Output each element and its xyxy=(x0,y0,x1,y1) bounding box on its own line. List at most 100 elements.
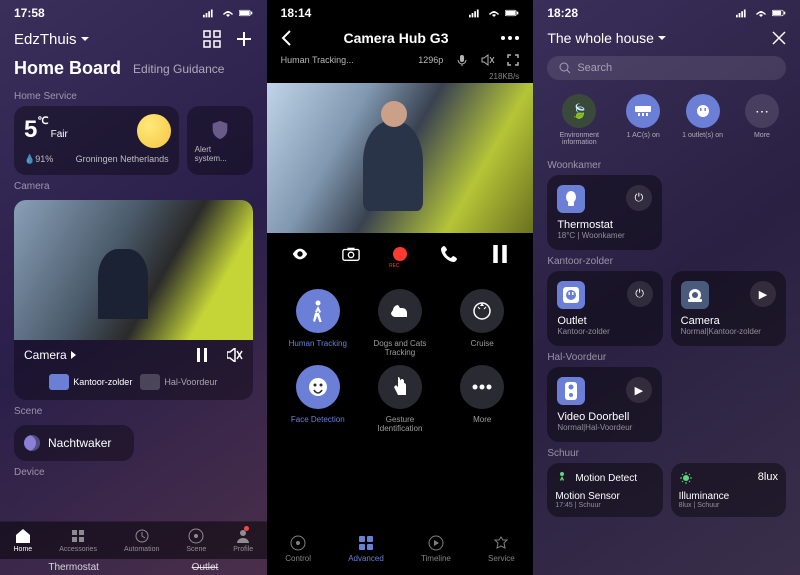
grid-icon[interactable] xyxy=(203,30,221,48)
status-bar: 18:28 xyxy=(533,0,800,26)
speaker-mute-icon[interactable] xyxy=(481,54,495,66)
weather-card[interactable]: 5℃Fair 💧91% Groningen Netherlands xyxy=(14,106,179,175)
scene-nachtwaker[interactable]: Nachtwaker xyxy=(14,425,134,461)
quick-outlet[interactable]: 1 outlet(s) on xyxy=(682,94,723,146)
status-bar: 17:58 xyxy=(0,0,267,26)
location: Groningen Netherlands xyxy=(76,154,169,165)
alert-card[interactable]: Alert system... xyxy=(187,106,253,175)
record-button[interactable] xyxy=(393,247,407,261)
tracking-status: Human Tracking... xyxy=(281,55,354,65)
sensor-motion[interactable]: Motion Detect Motion Sensor 17:45 | Schu… xyxy=(547,463,662,517)
more-icon[interactable] xyxy=(501,36,519,40)
close-icon[interactable] xyxy=(772,31,786,45)
bottom-tabs: Control Advanced Timeline Service xyxy=(267,527,534,575)
room-hal: Hal-Voordeur xyxy=(533,346,800,367)
humidity: 💧91% xyxy=(24,154,53,165)
thermostat-icon xyxy=(557,185,585,213)
light-icon xyxy=(679,471,693,485)
fullscreen-icon[interactable] xyxy=(507,54,519,66)
camera-title: Camera Hub G3 xyxy=(343,30,448,46)
live-view[interactable] xyxy=(267,83,534,233)
quick-ac[interactable]: 1 AC(s) on xyxy=(626,94,660,146)
device-thermostat[interactable]: ⏻ Thermostat 18°C | Woonkamer xyxy=(547,175,662,250)
status-time: 18:28 xyxy=(547,6,578,20)
device-camera[interactable]: ▶ Camera Normal|Kantoor-zolder xyxy=(671,271,786,346)
power-button[interactable]: ⏻ xyxy=(627,281,653,307)
feature-human-tracking[interactable]: Human Tracking xyxy=(281,289,355,357)
resolution[interactable]: 1296p xyxy=(418,55,443,65)
home-selector[interactable]: EdzThuis xyxy=(14,31,89,48)
feature-gesture[interactable]: Gesture Identification xyxy=(363,365,437,433)
tab-automation[interactable]: Automation xyxy=(124,528,159,553)
board-title[interactable]: Home Board xyxy=(14,58,121,79)
device-thermostat[interactable]: Thermostat xyxy=(48,562,99,573)
status-time: 18:14 xyxy=(281,6,312,20)
section-scene: Scene xyxy=(0,400,267,421)
status-bar: 18:14 xyxy=(267,0,534,26)
mute-icon[interactable] xyxy=(227,348,243,362)
house-overview-screen: 18:28 The whole house Search 🍃Environmen… xyxy=(533,0,800,575)
pause-icon[interactable] xyxy=(195,348,209,362)
eye-icon[interactable] xyxy=(291,245,309,263)
device-doorbell[interactable]: ▶ Video Doorbell Normal|Hal-Voordeur xyxy=(547,367,662,442)
sun-icon xyxy=(137,114,171,148)
play-button[interactable]: ▶ xyxy=(750,281,776,307)
home-screen: 17:58 EdzThuis Home Board Editing Guidan… xyxy=(0,0,267,575)
doorbell-icon xyxy=(557,377,585,405)
camera-header: Camera Hub G3 xyxy=(267,26,534,50)
battery-icon xyxy=(772,8,786,18)
tab-timeline[interactable]: Timeline xyxy=(421,535,451,563)
back-icon[interactable] xyxy=(281,30,291,46)
power-button[interactable]: ⏻ xyxy=(626,185,652,211)
stream-info: Human Tracking... 1296p xyxy=(267,50,534,70)
tab-service[interactable]: Service xyxy=(488,535,515,563)
signal-icon xyxy=(203,8,217,18)
house-selector[interactable]: The whole house xyxy=(547,30,666,46)
section-device: Device xyxy=(0,461,267,482)
camera-link[interactable]: Camera xyxy=(24,348,77,362)
status-icons xyxy=(469,8,519,18)
tab-accessories[interactable]: Accessories xyxy=(59,528,97,553)
status-icons xyxy=(736,8,786,18)
feature-more[interactable]: More xyxy=(445,365,519,433)
outlet-icon xyxy=(557,281,585,309)
house-header: The whole house xyxy=(533,26,800,50)
call-icon[interactable] xyxy=(440,245,458,263)
camera-card[interactable]: Camera Kantoor-zolder Hal-Voordeur xyxy=(14,200,253,400)
tab-bar: Home Accessories Automation Scene Profil… xyxy=(0,521,267,559)
feature-dog-cat-tracking[interactable]: Dogs and Cats Tracking xyxy=(363,289,437,357)
board-row: Home Board Editing Guidance xyxy=(0,52,267,85)
quick-more[interactable]: ⋯More xyxy=(745,94,779,146)
snapshot-icon[interactable] xyxy=(342,245,360,263)
sub-camera-hal[interactable]: Hal-Voordeur xyxy=(140,374,217,390)
sensor-illuminance[interactable]: 8lux Illuminance 8lux | Schuur xyxy=(671,463,786,517)
tab-scene[interactable]: Scene xyxy=(186,528,206,553)
battery-icon xyxy=(505,8,519,18)
search-icon xyxy=(559,62,571,74)
plus-icon[interactable] xyxy=(235,30,253,48)
device-outlet[interactable]: ⏻ Outlet Kantoor-zolder xyxy=(547,271,662,346)
chevron-down-icon xyxy=(658,36,666,41)
feature-cruise[interactable]: Cruise xyxy=(445,289,519,357)
camera-icon xyxy=(681,281,709,309)
chevron-down-icon xyxy=(81,37,89,42)
editing-guidance[interactable]: Editing Guidance xyxy=(133,62,224,76)
feature-grid: Human Tracking Dogs and Cats Tracking Cr… xyxy=(267,275,534,441)
tab-advanced[interactable]: Advanced xyxy=(348,535,384,563)
wifi-icon xyxy=(487,8,501,18)
mic-icon[interactable] xyxy=(455,54,469,66)
device-outlet[interactable]: Outlet xyxy=(192,562,219,573)
tab-home[interactable]: Home xyxy=(14,528,33,553)
battery-icon xyxy=(239,8,253,18)
play-button[interactable]: ▶ xyxy=(626,377,652,403)
shield-icon xyxy=(209,119,231,141)
tab-profile[interactable]: Profile xyxy=(233,528,253,553)
search-input[interactable]: Search xyxy=(547,56,786,80)
quick-environment[interactable]: 🍃Environment information xyxy=(554,94,604,146)
feature-face-detection[interactable]: Face Detection xyxy=(281,365,355,433)
tab-control[interactable]: Control xyxy=(285,535,311,563)
pause-icon[interactable] xyxy=(491,245,509,263)
sub-camera-kantoor[interactable]: Kantoor-zolder xyxy=(49,374,132,390)
room-woonkamer: Woonkamer xyxy=(533,154,800,175)
camera-preview[interactable] xyxy=(14,200,253,340)
